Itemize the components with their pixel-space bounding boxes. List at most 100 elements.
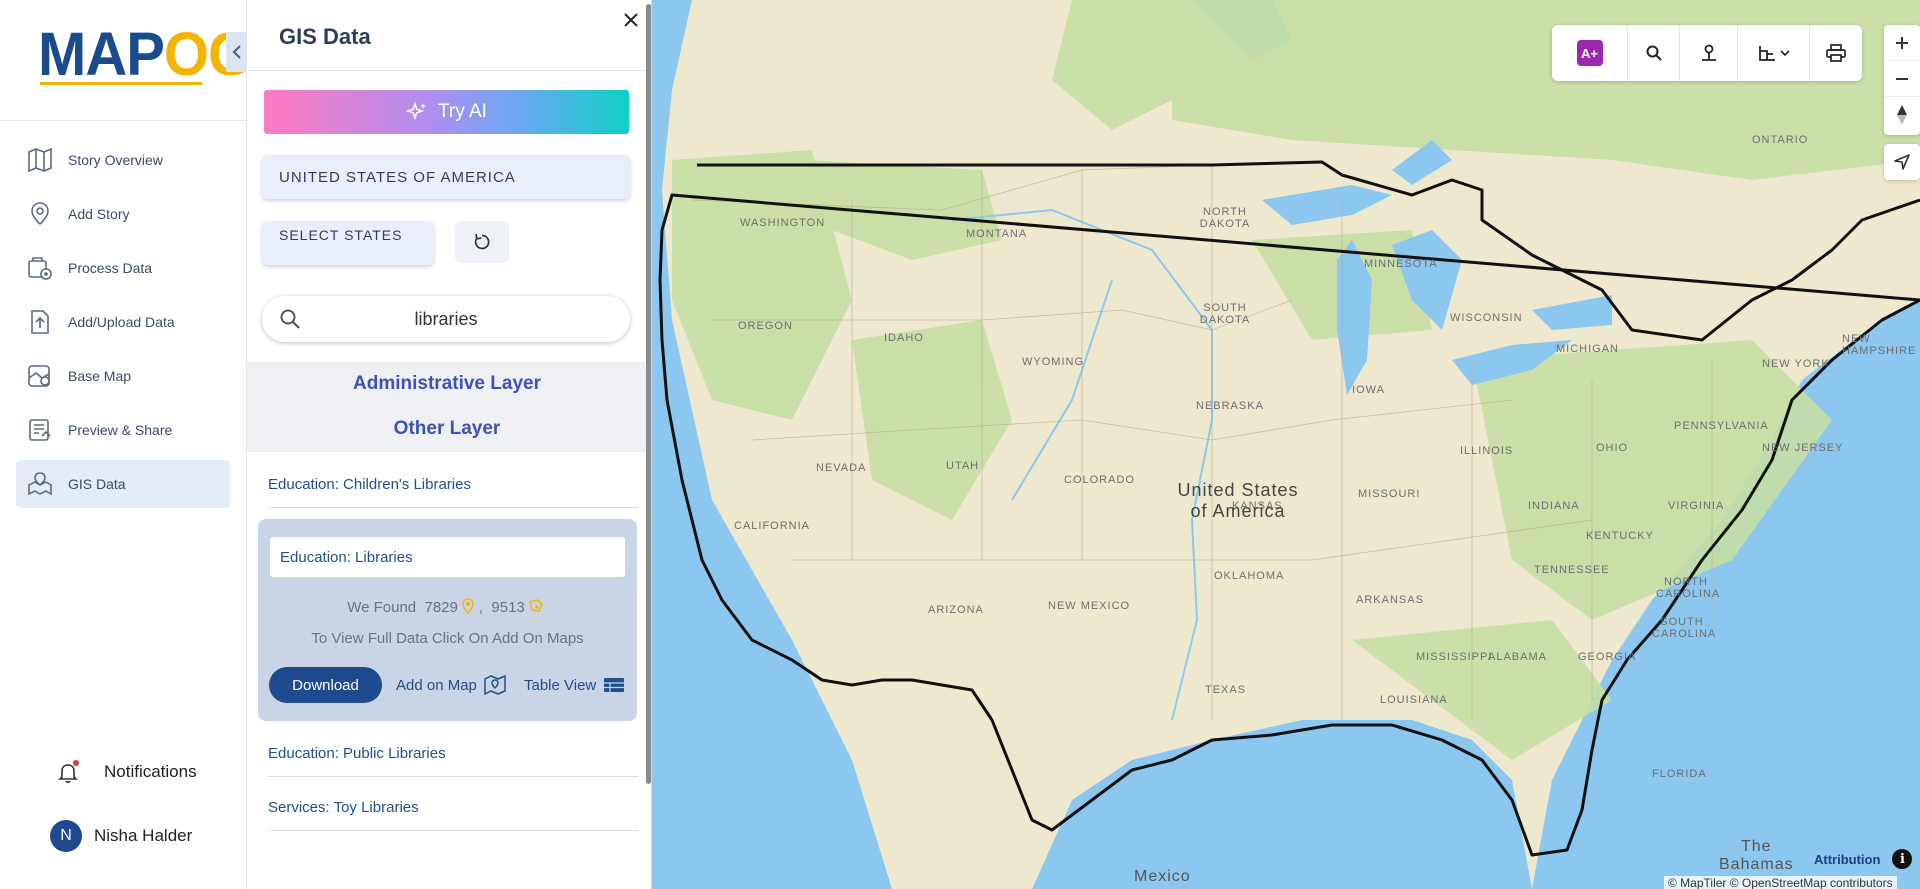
- map-label-florida: FLORIDA: [1652, 768, 1707, 780]
- country-select-button[interactable]: UNITED STATES OF AMERICA: [262, 155, 630, 199]
- basemap-graphic: [652, 0, 1920, 889]
- notifications-button[interactable]: Notifications: [56, 760, 197, 784]
- map-label-idaho: IDAHO: [884, 332, 924, 344]
- minus-icon: [1896, 77, 1908, 80]
- result-item-childrens-libraries[interactable]: Education: Children's Libraries: [268, 462, 638, 508]
- download-button[interactable]: Download: [269, 667, 382, 703]
- found-prefix: We Found: [347, 599, 417, 616]
- plus-icon: [1896, 36, 1908, 49]
- panel-scrollbar[interactable]: [646, 4, 651, 784]
- panel-title: GIS Data: [279, 24, 371, 49]
- close-icon: [624, 13, 638, 27]
- administrative-layer-heading[interactable]: Administrative Layer: [247, 373, 647, 395]
- print-icon: [1826, 44, 1846, 62]
- map-toolbar: A+: [1552, 25, 1862, 81]
- mapog-logo[interactable]: MAPOG: [38, 22, 253, 87]
- map-label-illinois: ILLINOIS: [1460, 445, 1514, 457]
- map-label-virginia: VIRGINIA: [1668, 500, 1725, 512]
- nav-item-label: GIS Data: [68, 476, 126, 492]
- refresh-icon: [474, 233, 490, 250]
- reset-button[interactable]: [455, 221, 509, 263]
- notification-dot: [73, 760, 79, 766]
- search-icon: [1646, 45, 1662, 61]
- nav-item-add-upload-data[interactable]: Add/Upload Data: [16, 298, 230, 346]
- ai-assistant-button[interactable]: A+: [1552, 25, 1628, 81]
- collapse-sidebar-button[interactable]: [226, 32, 247, 72]
- map-view[interactable]: WASHINGTON OREGON CALIFORNIA NEVADA IDAH…: [652, 0, 1920, 889]
- person-location-button[interactable]: [1680, 25, 1738, 81]
- map-label-alabama: ALABAMA: [1488, 651, 1547, 663]
- zoom-in-button[interactable]: [1884, 25, 1920, 61]
- zoom-out-button[interactable]: [1884, 61, 1920, 97]
- nav-item-base-map[interactable]: Base Map: [16, 352, 230, 400]
- map-label-montana: MONTANA: [966, 228, 1028, 240]
- map-label-indiana: INDIANA: [1528, 500, 1580, 512]
- map-label-ohio: OHIO: [1596, 442, 1629, 454]
- attribution-button[interactable]: Attribution i: [1814, 849, 1913, 869]
- map-label-wisconsin: WISCONSIN: [1450, 312, 1523, 324]
- attribution-label: Attribution: [1814, 851, 1881, 867]
- nav-item-label: Story Overview: [68, 152, 163, 168]
- print-button[interactable]: [1810, 25, 1862, 81]
- nav-divider: [0, 120, 247, 121]
- ai-assistant-icon: A+: [1576, 40, 1603, 66]
- map-label-arkansas: ARKANSAS: [1356, 594, 1424, 606]
- count-separator: ,: [478, 599, 484, 616]
- result-card-title[interactable]: Education: Libraries: [270, 537, 625, 577]
- nav-item-label: Add/Upload Data: [68, 314, 175, 330]
- person-pin-icon: [1701, 44, 1716, 61]
- navigation-arrow-icon: [1894, 154, 1910, 170]
- result-item-public-libraries[interactable]: Education: Public Libraries: [268, 731, 638, 777]
- avatar: N: [50, 820, 82, 852]
- panel-header-divider: [247, 70, 651, 71]
- search-input[interactable]: [302, 308, 590, 330]
- country-label-line2: of America: [1190, 501, 1286, 521]
- attribution-text: © MapTiler © OpenStreetMap contributors: [1664, 876, 1897, 889]
- map-label-tennessee: TENNESSEE: [1534, 564, 1610, 576]
- nav-item-label: Add Story: [68, 206, 130, 222]
- map-add-icon: [484, 675, 506, 695]
- user-profile[interactable]: N Nisha Halder: [50, 820, 192, 852]
- base-map-icon: [26, 362, 54, 390]
- table-view-button[interactable]: Table View: [524, 667, 625, 703]
- map-label-michigan: MICHIGAN: [1556, 343, 1619, 355]
- sparkle-icon: [406, 101, 427, 121]
- map-label-new-york: NEW YORK: [1762, 358, 1830, 370]
- nav-item-label: Preview & Share: [68, 422, 173, 438]
- bahamas-line2: Bahamas: [1719, 856, 1794, 873]
- nav-item-label: Process Data: [68, 260, 153, 276]
- select-states-button[interactable]: SELECT STATES: [262, 221, 434, 265]
- nav-item-story-overview[interactable]: Story Overview: [16, 136, 230, 184]
- nav-item-preview-share[interactable]: Preview & Share: [16, 406, 230, 454]
- map-label-arizona: ARIZONA: [928, 604, 984, 616]
- map-label-ontario: ONTARIO: [1752, 134, 1809, 146]
- layers-dropdown-button[interactable]: [1738, 25, 1810, 81]
- map-search-button[interactable]: [1628, 25, 1680, 81]
- map-label-mexico: Mexico: [1134, 868, 1191, 885]
- bahamas-line1: The: [1741, 838, 1772, 855]
- map-label-south-carolina: SOUTH CAROLINA: [1652, 616, 1717, 640]
- view-full-data-hint: To View Full Data Click On Add On Maps: [311, 630, 584, 647]
- nav-item-add-story[interactable]: Add Story: [16, 190, 230, 238]
- close-panel-button[interactable]: [619, 8, 643, 32]
- geolocate-button[interactable]: [1884, 144, 1920, 180]
- map-label-california: CALIFORNIA: [734, 520, 811, 532]
- point-count: 7829: [424, 599, 458, 616]
- other-layer-heading[interactable]: Other Layer: [247, 418, 647, 440]
- nav-menu: Story Overview Add Story Process Data Ad…: [16, 136, 230, 514]
- gis-data-panel: GIS Data Try AI UNITED STATES OF AMERICA…: [247, 0, 652, 889]
- map-label-country: United States of America: [1138, 480, 1338, 522]
- nav-item-gis-data[interactable]: GIS Data: [16, 460, 230, 508]
- add-on-map-button[interactable]: Add on Map: [396, 667, 506, 703]
- map-label-new-jersey: NEW JERSEY: [1762, 442, 1844, 454]
- compass-reset-button[interactable]: [1884, 97, 1920, 133]
- map-label-south-dakota: SOUTH DAKOTA: [1199, 302, 1251, 326]
- left-navigation: MAPOG Story Overview Add Story Process D…: [0, 0, 253, 889]
- preview-share-icon: [26, 416, 54, 444]
- try-ai-button[interactable]: Try AI: [264, 90, 629, 134]
- map-label-north-carolina: NORTH CAROLINA: [1656, 576, 1721, 600]
- result-item-toy-libraries[interactable]: Services: Toy Libraries: [268, 785, 638, 831]
- found-counts: We Found 7829, 9513: [258, 598, 637, 616]
- nav-item-process-data[interactable]: Process Data: [16, 244, 230, 292]
- map-label-nevada: NEVADA: [816, 462, 867, 474]
